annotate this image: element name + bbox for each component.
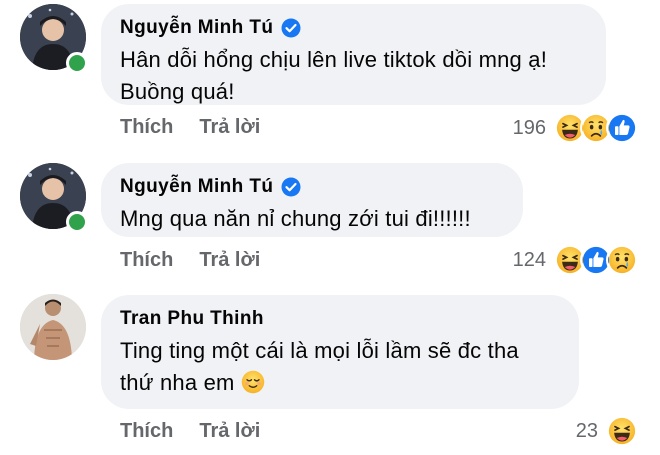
comment-text-line-with-emoji: thứ nha em — [120, 367, 560, 399]
haha-icon — [606, 415, 638, 447]
like-button[interactable]: Thích — [120, 249, 173, 272]
comment-author[interactable]: Tran Phu Thinh — [120, 308, 264, 330]
relieved-face-icon — [241, 370, 265, 394]
comment-actions: Thích Trả lời — [120, 249, 260, 272]
online-status-icon — [66, 52, 88, 74]
comment-text: Mng qua năn nỉ chung zới tui đi!!!!!! — [120, 203, 504, 235]
reply-button[interactable]: Trả lời — [199, 420, 260, 443]
sad-icon — [606, 244, 638, 276]
comment-author[interactable]: Nguyễn Minh Tú — [120, 17, 273, 39]
like-icon — [606, 112, 638, 144]
reaction-summary[interactable]: 23 — [576, 415, 638, 447]
comment-actions: Thích Trả lời — [120, 420, 260, 443]
comment-author[interactable]: Nguyễn Minh Tú — [120, 176, 273, 198]
verified-badge-icon — [281, 18, 301, 38]
reply-button[interactable]: Trả lời — [199, 116, 260, 139]
comment-text-line: Mng qua năn nỉ chung zới tui đi!!!!!! — [120, 206, 471, 231]
avatar[interactable] — [20, 294, 86, 360]
reaction-summary[interactable]: 196 — [513, 112, 638, 144]
comment-text-line: Buồng quá! — [120, 79, 235, 104]
verified-badge-icon — [281, 177, 301, 197]
comment-actions: Thích Trả lời — [120, 116, 260, 139]
like-button[interactable]: Thích — [120, 116, 173, 139]
comment-bubble: Nguyễn Minh Tú Hân dỗi hổng chịu lên liv… — [101, 4, 606, 105]
comment-text-line: thứ nha em — [120, 370, 235, 395]
reaction-summary[interactable]: 124 — [513, 244, 638, 276]
like-button[interactable]: Thích — [120, 420, 173, 443]
comment-text: Hân dỗi hổng chịu lên live tiktok dồi mn… — [120, 44, 587, 108]
comment-bubble: Tran Phu Thinh Ting ting một cái là mọi … — [101, 295, 579, 409]
comment-text-line: Ting ting một cái là mọi lỗi lầm sẽ đc t… — [120, 338, 519, 363]
reply-button[interactable]: Trả lời — [199, 249, 260, 272]
reaction-count: 124 — [512, 248, 546, 271]
reaction-count: 196 — [512, 116, 546, 139]
comment-text: Ting ting một cái là mọi lỗi lầm sẽ đc t… — [120, 335, 560, 399]
comment-bubble: Nguyễn Minh Tú Mng qua năn nỉ chung zới … — [101, 163, 523, 237]
comment-text-line: Hân dỗi hổng chịu lên live tiktok dồi mn… — [120, 47, 548, 72]
reaction-count: 23 — [575, 419, 598, 442]
online-status-icon — [66, 211, 88, 233]
